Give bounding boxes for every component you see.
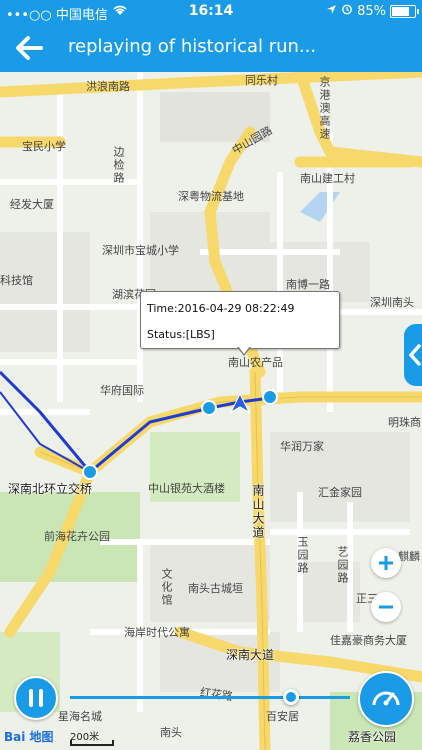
pause-button[interactable] [14, 676, 58, 720]
map-scale-bar [70, 740, 114, 746]
page-title: replaying of historical run... [68, 36, 317, 57]
map-label: 文化馆 [160, 568, 173, 607]
map-label: 南山大道 [251, 484, 265, 540]
map-label: 南山农产品 [228, 356, 283, 369]
map-label: 汇金家园 [318, 486, 362, 499]
route-point [201, 400, 217, 416]
map-label: 荔香公园 [348, 730, 397, 744]
map-label: 前海花卉公园 [44, 530, 110, 543]
status-bar: •••○○ 中国电信 16:14 85% [0, 0, 422, 24]
side-panel-toggle[interactable] [404, 324, 422, 386]
map-label: 明珠商 [388, 416, 421, 429]
map-label: 华府国际 [100, 384, 144, 397]
map-label: 华润万家 [280, 440, 324, 453]
map-label: 洪浪南路 [86, 80, 130, 93]
map-label: 深圳南头 [370, 296, 414, 309]
map-label: 中山银苑大酒楼 [148, 482, 225, 495]
map-label: 深南大道 [226, 648, 275, 662]
location-arrow-icon [326, 4, 337, 19]
map-label: 艺园路 [336, 546, 349, 585]
map-canvas [0, 72, 422, 750]
zoom-in-button[interactable] [371, 548, 401, 578]
route-point [262, 389, 278, 405]
map-view[interactable]: 洪浪南路 同乐村 京港澳高速 中山园路 宝民小学 边检路 南山建工村 深粤物流基… [0, 72, 422, 750]
map-label: 佳嘉豪商务大厦 [330, 634, 407, 647]
map-label: 南博一路 [286, 278, 330, 291]
battery-indicator: 85% [326, 3, 419, 19]
zoom-out-button[interactable] [371, 592, 401, 622]
map-label: 玉园路 [296, 536, 309, 575]
map-label: 经发大厦 [10, 198, 54, 211]
playback-track [70, 696, 350, 699]
map-label: 南头 [160, 726, 182, 739]
map-label: 海岸时代公寓 [124, 626, 190, 639]
playback-slider[interactable] [70, 689, 350, 705]
map-label: 深圳市宝城小学 [102, 244, 179, 257]
nav-bar: replaying of historical run... [0, 24, 422, 72]
battery-icon [390, 4, 419, 18]
back-button[interactable] [14, 34, 44, 62]
map-label: 科技馆 [0, 274, 33, 287]
popup-time: Time:2016-04-29 08:22:49 [147, 302, 295, 315]
alarm-icon [341, 3, 353, 19]
back-arrow-icon [14, 36, 44, 66]
map-brand-logo: Bai 地图 [4, 730, 54, 744]
map-label: 深粤物流基地 [178, 190, 244, 203]
map-label: 南头古城垣 [188, 582, 243, 595]
map-label: 星海名城 [58, 710, 102, 723]
speed-button[interactable] [358, 671, 414, 727]
popup-status: Status:[LBS] [147, 328, 215, 341]
map-label: 京港澳高速 [318, 76, 331, 141]
map-label: 深南北环立交桥 [8, 482, 93, 496]
map-label: 百安居 [266, 710, 299, 723]
map-label: 同乐村 [245, 74, 278, 87]
map-label: 边检路 [112, 146, 125, 185]
map-label: 麒麟 [398, 550, 420, 563]
route-point [82, 464, 98, 480]
battery-percent: 85% [357, 3, 386, 19]
map-label: 宝民小学 [22, 140, 66, 153]
info-popup: Time:2016-04-29 08:22:49 Status:[LBS] [140, 291, 340, 356]
map-label: 南山建工村 [300, 172, 355, 185]
